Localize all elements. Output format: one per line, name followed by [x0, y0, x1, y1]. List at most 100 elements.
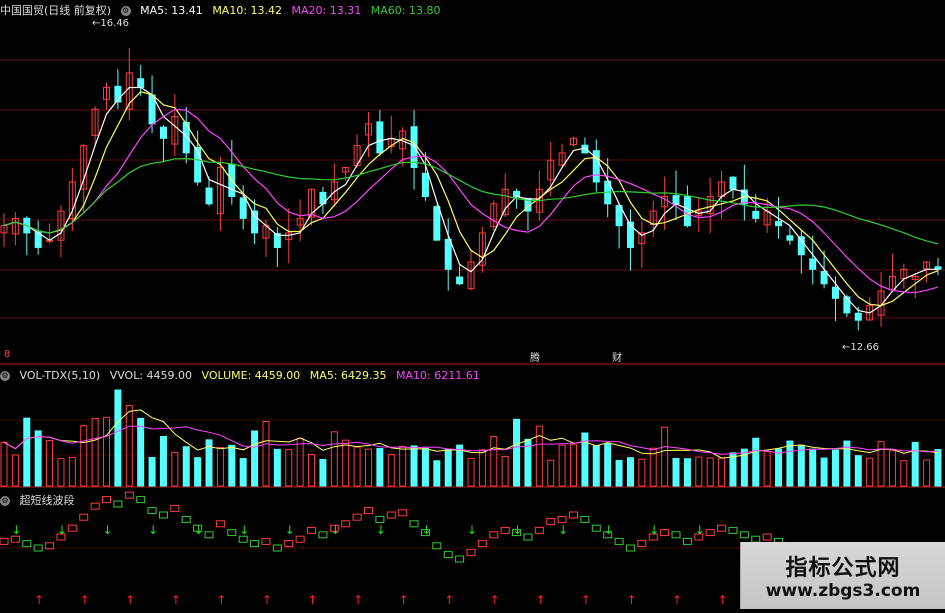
sell-arrow-icon: ↓	[467, 523, 477, 537]
volume-bar	[194, 457, 202, 487]
indicator-bar	[307, 526, 317, 534]
volume-bar	[752, 437, 760, 487]
settings-icon[interactable]: ⚙	[0, 496, 10, 506]
indicator-bar	[660, 529, 670, 537]
indicator-bar	[136, 496, 146, 504]
indicator-bar	[90, 502, 100, 510]
volume-bar	[353, 446, 361, 487]
candle-body	[433, 206, 441, 241]
volume-bar	[182, 446, 190, 487]
indicator-bar	[181, 515, 191, 523]
buy-arrow-icon: ↑	[216, 593, 226, 607]
indicator-bar	[227, 529, 237, 537]
volume-bar	[831, 449, 839, 487]
vol-ma5-label: MA5: 6429.35	[309, 369, 387, 382]
candle-body	[159, 126, 167, 139]
indicator-bar	[147, 507, 157, 515]
indicator-bar	[124, 491, 134, 499]
volume-bar	[444, 448, 452, 487]
volume-bar	[342, 439, 350, 487]
buy-arrow-icon: ↑	[490, 593, 500, 607]
event-marker[interactable]: 财	[612, 349, 622, 364]
buy-arrow-icon: ↑	[262, 593, 272, 607]
buy-arrow-icon: ↑	[171, 593, 181, 607]
volume-bar	[410, 445, 418, 487]
volume-bar	[262, 421, 270, 487]
volume-bar	[513, 418, 521, 487]
indicator-bar	[443, 551, 453, 559]
candle-body	[775, 221, 783, 227]
indicator-bar	[170, 504, 180, 512]
indicator-bar	[261, 537, 271, 545]
watermark-url: www.zbgs3.com	[765, 581, 921, 601]
indicator-bar	[158, 511, 168, 519]
indicator-bar	[79, 513, 89, 521]
indicator-bar	[717, 524, 727, 532]
buy-arrow-icon: ↑	[353, 593, 363, 607]
volume-bar	[604, 443, 612, 487]
volume-bar	[683, 458, 691, 487]
volume-bar	[34, 430, 42, 487]
volume-bar	[615, 459, 623, 487]
event-marker[interactable]: 腾	[530, 349, 540, 364]
sell-arrow-icon: ↓	[376, 523, 386, 537]
chart-stage: ↓ ↑ ↓ ↑ ↓ ↑ ↓ ↑ ↓ ↑ ↓ ↑ ↓ ↑ ↓ ↑ ↓ ↑ ↓ ↑ ↓ ↑ ↓ ↑ ↓ ↑ ↓ ↑ ↓ ↑ ↓ ↑	[0, 0, 945, 609]
sell-arrow-icon: ↓	[103, 523, 113, 537]
buy-arrow-icon: ↑	[34, 593, 44, 607]
ma20-label: MA20: 13.31	[291, 4, 362, 17]
indicator-bar	[466, 548, 476, 556]
sell-arrow-icon: ↓	[194, 523, 204, 537]
volume-bar	[273, 448, 281, 487]
indicator-bar	[500, 526, 510, 534]
volume-bar	[46, 439, 54, 487]
sell-arrow-icon: ↓	[421, 523, 431, 537]
volume-bar	[547, 459, 555, 487]
volume-bar	[137, 417, 145, 487]
volume-bar	[866, 457, 874, 487]
volume-bar	[125, 404, 133, 487]
volume-bar	[376, 448, 384, 487]
indicator-bar	[546, 518, 556, 526]
candle-body	[683, 196, 691, 227]
sell-arrow-icon: ↓	[330, 523, 340, 537]
volume-bar	[308, 453, 316, 487]
indicator-bar	[67, 524, 77, 532]
volume-bar	[103, 416, 111, 487]
ma5-label: MA5: 13.41	[140, 4, 203, 17]
volume-bar	[570, 444, 578, 487]
buy-arrow-icon: ↑	[399, 593, 409, 607]
ma10-label: MA10: 13.42	[212, 4, 283, 17]
volume-bar	[467, 458, 475, 487]
buy-arrow-icon: ↑	[308, 593, 318, 607]
indicator-bar	[557, 515, 567, 523]
candle-body	[820, 271, 828, 285]
buy-arrow-icon: ↑	[125, 593, 135, 607]
indicator-bar	[238, 535, 248, 543]
settings-icon[interactable]: ⚙	[120, 6, 131, 16]
vol-indicator-name[interactable]: VOL-TDX(5,10)	[20, 369, 101, 382]
settings-icon[interactable]: ⚙	[0, 371, 10, 381]
volume-panel-header: ⚙ VOL-TDX(5,10) VVOL: 4459.00 VOLUME: 44…	[0, 369, 486, 382]
indicator-bar	[113, 500, 123, 508]
indicator-name[interactable]: 超短线波段	[20, 494, 75, 507]
buy-arrow-icon: ↑	[626, 593, 636, 607]
candle-body	[809, 258, 817, 270]
stock-title[interactable]: 中国国贸(日线 前复权)	[0, 4, 111, 17]
volume-bar	[433, 460, 441, 487]
indicator-bar	[352, 513, 362, 521]
volume-bar	[877, 441, 885, 487]
indicator-panel-header: ⚙ 超短线波段	[0, 492, 81, 508]
volume-bar	[296, 437, 304, 487]
volume-bar	[330, 431, 338, 487]
volume-label: VOLUME: 4459.00	[201, 369, 301, 382]
candle-body	[444, 238, 452, 270]
buy-arrow-icon: ↑	[718, 593, 728, 607]
candle-body	[513, 190, 521, 198]
sell-arrow-icon: ↓	[57, 523, 67, 537]
indicator-bar	[580, 515, 590, 523]
volume-bar	[661, 426, 669, 487]
volume-bar	[171, 451, 179, 487]
volume-bar	[399, 445, 407, 487]
volume-bar	[159, 435, 167, 487]
indicator-bar	[0, 537, 9, 545]
